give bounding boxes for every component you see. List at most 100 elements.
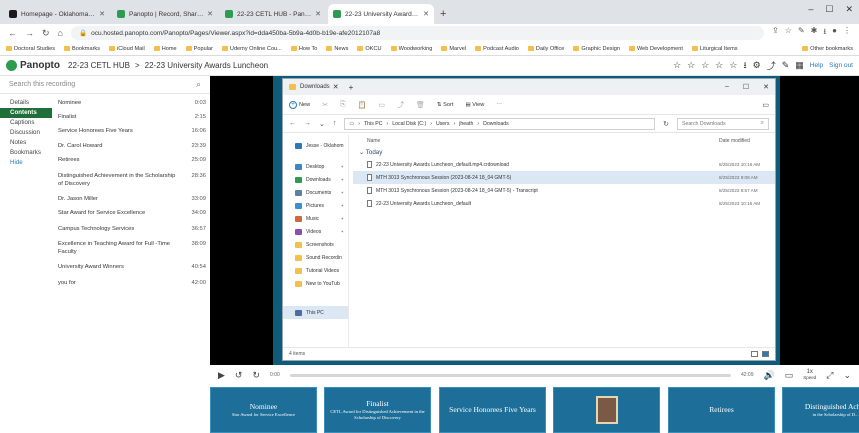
- forward-icon[interactable]: →: [304, 120, 311, 127]
- paste-icon[interactable]: 📋: [358, 101, 367, 109]
- new-tab-icon[interactable]: +: [349, 83, 354, 92]
- download-icon[interactable]: ⭳: [823, 26, 826, 40]
- sort-button[interactable]: ⇅ Sort: [437, 102, 454, 108]
- browser-tab[interactable]: 22-23 University Awards Lunche...✕: [328, 4, 434, 24]
- rewind-icon[interactable]: ↺: [235, 370, 243, 381]
- nav-pane-item[interactable]: Videos ✦: [283, 225, 348, 238]
- share-icon[interactable]: ⤴: [397, 100, 404, 110]
- play-icon[interactable]: ▶: [218, 370, 225, 381]
- details-icon[interactable]: ▭: [762, 101, 769, 109]
- home-icon[interactable]: ⌂: [58, 28, 63, 38]
- profile-icon[interactable]: ●: [832, 26, 837, 40]
- bookmark-item[interactable]: Home: [153, 46, 177, 52]
- browser-tab[interactable]: Homepage - Oklahoma City Uni...✕: [4, 4, 110, 24]
- sidebar-tab-contents[interactable]: Contents: [0, 108, 52, 118]
- more-options-icon[interactable]: ⋯: [496, 102, 502, 108]
- up-icon[interactable]: ↑: [333, 120, 337, 127]
- bookmark-item[interactable]: Marvel: [441, 46, 466, 52]
- refresh-icon[interactable]: ↻: [663, 120, 669, 128]
- minimize-icon[interactable]: –: [808, 4, 813, 15]
- name-column-header[interactable]: Name: [367, 138, 380, 144]
- sidebar-tab-notes[interactable]: Notes: [0, 138, 52, 148]
- chapter-item[interactable]: Star Award for Service Excellence 34:09: [58, 210, 210, 218]
- rating-star-icon[interactable]: ☆: [687, 60, 695, 71]
- path-segment[interactable]: Local Disk (C:): [392, 121, 426, 127]
- slide-thumbnail[interactable]: Nominee Star Award for Service Excellence: [210, 387, 317, 433]
- help-link[interactable]: Help: [810, 62, 823, 69]
- maximize-icon[interactable]: ☐: [743, 83, 749, 91]
- bookmark-item[interactable]: Daily Office: [527, 46, 564, 52]
- nav-pane-item[interactable]: Desktop ✦: [283, 160, 348, 173]
- progress-bar[interactable]: [289, 373, 731, 377]
- back-icon[interactable]: ←: [289, 120, 296, 127]
- fullscreen-icon[interactable]: ⤢: [826, 370, 833, 381]
- forward-icon[interactable]: →: [25, 28, 34, 38]
- nav-pane-item[interactable]: Jesse - Oklahom: [283, 139, 348, 152]
- path-segment[interactable]: jheath: [459, 121, 473, 127]
- bookmark-item[interactable]: Udemy Online Cou...: [221, 46, 282, 52]
- other-bookmarks[interactable]: Other bookmarks: [802, 46, 853, 52]
- sidebar-tab-hide[interactable]: Hide: [0, 158, 52, 168]
- captions-icon[interactable]: ▭: [785, 370, 794, 381]
- chapter-item[interactable]: Nominee 0:03: [58, 100, 210, 108]
- nav-pane-item[interactable]: Pictures ✦: [283, 199, 348, 212]
- panopto-logo[interactable]: Panopto: [6, 60, 60, 71]
- bookmark-item[interactable]: Popular: [185, 46, 213, 52]
- close-window-icon[interactable]: ✕: [845, 4, 853, 15]
- bookmark-item[interactable]: Liturgical Items: [691, 46, 738, 52]
- forward-icon[interactable]: ↻: [252, 370, 260, 381]
- rename-icon[interactable]: ▭: [378, 101, 385, 109]
- chapter-item[interactable]: Excellence in Teaching Award for Full -T…: [58, 241, 210, 256]
- chapter-item[interactable]: Retirees 25:09: [58, 157, 210, 165]
- chapter-item[interactable]: you for 42:00: [58, 280, 210, 288]
- search-icon[interactable]: ⌕: [196, 79, 201, 90]
- rating-star-icon[interactable]: ☆: [715, 60, 723, 71]
- chapter-item[interactable]: Dr. Carol Howard 23:39: [58, 143, 210, 151]
- slide-thumbnail[interactable]: [553, 387, 660, 433]
- video-player[interactable]: Downloads ✕ + – ☐ ✕ + New ✂ ⎘ 📋 ▭ ⤴ 🗑 ⇅ …: [210, 76, 859, 365]
- path-segment[interactable]: Users: [436, 121, 450, 127]
- sign-out-link[interactable]: Sign out: [829, 62, 853, 69]
- speed-button[interactable]: 1x Speed: [803, 369, 816, 381]
- recent-icon[interactable]: ⌄: [319, 120, 325, 128]
- explorer-search[interactable]: Search Downloads ⌕: [677, 117, 769, 130]
- nav-pane-item[interactable]: Tutorial Videos: [283, 264, 348, 277]
- nav-pane-item[interactable]: Sound Recordin: [283, 251, 348, 264]
- chapter-item[interactable]: Finalist 2:15: [58, 114, 210, 122]
- path-segment[interactable]: Downloads: [483, 121, 509, 127]
- cut-icon[interactable]: ✂: [322, 101, 328, 109]
- bookmark-item[interactable]: News: [326, 46, 348, 52]
- rating-star-icon[interactable]: ☆: [701, 60, 709, 71]
- maximize-icon[interactable]: ☐: [825, 4, 833, 15]
- bookmark-item[interactable]: iCloud Mail: [109, 46, 145, 52]
- sidebar-tab-captions[interactable]: Captions: [0, 118, 52, 128]
- file-row[interactable]: 22-23 University Awards Luncheon_default…: [353, 197, 775, 210]
- bookmark-item[interactable]: Doctoral Studies: [6, 46, 55, 52]
- bookmark-item[interactable]: Bookmarks: [64, 46, 100, 52]
- nav-pane-item[interactable]: Documents ✦: [283, 186, 348, 199]
- edit-icon[interactable]: ✎: [782, 60, 790, 71]
- delete-icon[interactable]: 🗑: [416, 101, 425, 109]
- menu-icon[interactable]: ⋮: [843, 26, 851, 40]
- bookmark-item[interactable]: OKCU: [357, 46, 382, 52]
- nav-pane-item[interactable]: Screenshots: [283, 238, 348, 251]
- sidebar-tab-details[interactable]: Details: [0, 98, 52, 108]
- copy-icon[interactable]: ⎘: [340, 101, 346, 109]
- close-tab-icon[interactable]: ✕: [99, 10, 105, 18]
- nav-pane-item[interactable]: This PC: [283, 306, 348, 319]
- file-row[interactable]: MTH 3013 Synchronous Session (2023-08-24…: [353, 171, 775, 184]
- settings-icon[interactable]: ⚙: [753, 60, 761, 71]
- minimize-icon[interactable]: –: [725, 83, 729, 91]
- bookmark-item[interactable]: Web Development: [628, 46, 683, 52]
- recording-search[interactable]: Search this recording ⌕: [0, 76, 210, 94]
- path-segment[interactable]: This PC: [364, 121, 382, 127]
- date-column-header[interactable]: Date modified: [719, 138, 771, 144]
- chapter-item[interactable]: Campus Technology Services 36:57: [58, 226, 210, 234]
- volume-icon[interactable]: 🔊: [764, 370, 775, 381]
- nav-pane-item[interactable]: Downloads ✦: [283, 173, 348, 186]
- group-header[interactable]: ⌄ Today: [353, 147, 775, 158]
- grid-icon[interactable]: ▦: [795, 60, 804, 71]
- new-button[interactable]: + New: [289, 100, 310, 109]
- share-icon[interactable]: ⇪: [772, 26, 779, 40]
- rating-star-icon[interactable]: ☆: [673, 60, 681, 71]
